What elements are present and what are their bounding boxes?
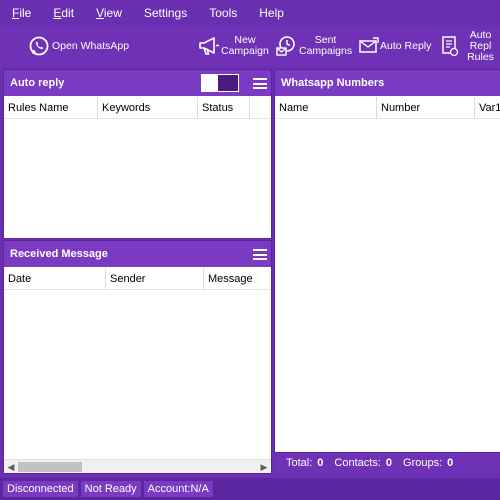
whatsapp-numbers-column-headers: Name Number Var1: [275, 97, 500, 119]
received-message-hscrollbar[interactable]: ◀ ▶: [4, 459, 271, 473]
column-header-rules-name[interactable]: Rules Name: [4, 97, 98, 119]
menu-tools[interactable]: Tools: [198, 6, 248, 20]
menu-help[interactable]: Help: [248, 6, 295, 20]
auto-reply-rules-label: Auto Repl Rules: [461, 28, 500, 63]
menu-file[interactable]: File: [0, 6, 42, 20]
column-header-keywords[interactable]: Keywords: [98, 97, 198, 119]
menu-edit[interactable]: Edit: [42, 6, 85, 20]
menu-bar: File Edit View Settings Tools Help: [0, 0, 500, 25]
open-whatsapp-label: Open WhatsApp: [52, 39, 130, 52]
toolbar: Open WhatsApp New Campaign Sent Campaign…: [0, 26, 500, 66]
auto-reply-menu-icon[interactable]: [253, 78, 267, 89]
groups-value: 0: [447, 457, 454, 469]
new-campaign-label: New Campaign: [221, 35, 269, 57]
whatsapp-numbers-panel-title: Whatsapp Numbers: [281, 77, 385, 89]
received-message-column-headers: Date Sender Message: [4, 268, 271, 290]
received-message-panel: Received Message Date Sender Message: [3, 240, 272, 474]
auto-reply-panel: Auto reply Rules Name Keywords Status: [3, 69, 272, 239]
megaphone-icon: [198, 35, 220, 57]
auto-reply-rules-button[interactable]: Auto Repl Rules: [440, 26, 500, 66]
contacts-label: Contacts:: [334, 457, 381, 469]
received-message-menu-icon[interactable]: [253, 249, 267, 260]
column-header-date[interactable]: Date: [4, 268, 106, 290]
connection-status: Disconnected: [3, 481, 78, 497]
sent-campaigns-label-line2: Campaigns: [299, 45, 353, 57]
new-campaign-label-line2: Campaign: [221, 45, 269, 57]
column-header-status[interactable]: Status: [198, 97, 250, 119]
total-value: 0: [317, 457, 324, 469]
open-whatsapp-button[interactable]: Open WhatsApp: [28, 26, 129, 66]
sent-campaigns-button[interactable]: Sent Campaigns: [275, 26, 352, 66]
column-header-var1[interactable]: Var1: [475, 97, 500, 119]
envelope-reply-icon: [358, 35, 380, 57]
auto-reply-column-headers: Rules Name Keywords Status: [4, 97, 271, 119]
column-header-message[interactable]: Message: [204, 268, 270, 290]
menu-view-label: iew: [103, 5, 122, 20]
groups-label: Groups:: [403, 457, 443, 469]
whatsapp-icon: [28, 35, 50, 57]
whatsapp-numbers-panel: Whatsapp Numbers Name Number Var1: [274, 69, 500, 453]
menu-view[interactable]: View: [85, 6, 133, 20]
account-status: Account:N/A: [143, 481, 213, 497]
scroll-right-arrow-icon[interactable]: ▶: [259, 462, 269, 472]
total-label: Total:: [286, 457, 313, 469]
scroll-thumb[interactable]: [18, 462, 82, 472]
column-header-number[interactable]: Number: [377, 97, 475, 119]
contacts-value: 0: [385, 457, 393, 469]
auto-reply-toggle-knob: [218, 75, 238, 91]
column-header-sender[interactable]: Sender: [106, 268, 204, 290]
column-header-name[interactable]: Name: [275, 97, 377, 119]
sent-campaigns-label: Sent Campaigns: [299, 35, 352, 57]
auto-reply-rules-label-line2: Rules: [467, 50, 494, 63]
auto-reply-toggle[interactable]: [201, 74, 239, 92]
menu-view-accel: V: [96, 5, 104, 20]
ready-status: Not Ready: [80, 481, 141, 497]
new-campaign-button[interactable]: New Campaign: [198, 26, 269, 66]
menu-settings[interactable]: Settings: [133, 6, 198, 20]
received-message-panel-title: Received Message: [10, 248, 108, 260]
status-bar: Disconnected Not Ready Account:N/A: [0, 478, 500, 500]
auto-reply-button[interactable]: Auto Reply: [358, 26, 431, 66]
menu-edit-label: dit: [61, 5, 75, 20]
scroll-left-arrow-icon[interactable]: ◀: [6, 462, 16, 472]
whatsapp-numbers-panel-header: Whatsapp Numbers: [275, 70, 500, 96]
totals-bar: Total: 0 Contacts: 0 Groups: 0: [275, 453, 500, 473]
auto-reply-label: Auto Reply: [380, 39, 432, 52]
received-message-panel-header: Received Message: [4, 241, 271, 267]
auto-reply-rules-label-line1: Auto Repl: [469, 28, 492, 52]
auto-reply-panel-title: Auto reply: [10, 77, 65, 89]
rules-document-icon: [440, 35, 460, 57]
menu-file-label: ile: [19, 5, 32, 20]
sent-clock-icon: [275, 35, 297, 57]
